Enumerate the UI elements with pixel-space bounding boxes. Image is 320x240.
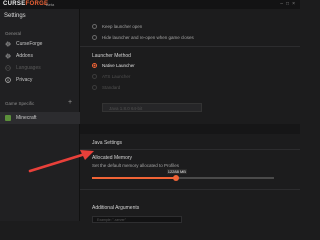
section-separator [80, 124, 300, 134]
info-icon [5, 77, 11, 83]
hide-launcher-label: Hide launcher and re-open when game clos… [102, 35, 194, 40]
settings-content: Keep launcher open Hide launcher and re-… [80, 9, 300, 223]
divider [80, 189, 300, 190]
keep-launcher-open-label: Keep launcher open [102, 24, 143, 29]
section-general: General [5, 31, 22, 36]
java-version-select[interactable]: Java 1.8.0 64-bit [102, 103, 202, 112]
sidebar-item-privacy[interactable]: Privacy [0, 74, 80, 86]
java-version-value: Java 1.8.0 64-bit [109, 106, 143, 111]
keep-launcher-open-radio[interactable] [92, 24, 97, 29]
add-game-icon[interactable]: + [68, 99, 72, 106]
sidebar-item-languages[interactable]: Languages [0, 62, 80, 74]
sidebar-item-minecraft[interactable]: Minecraft [0, 112, 80, 124]
divider [80, 149, 300, 150]
memory-slider-handle[interactable] [172, 175, 179, 181]
hide-launcher-radio[interactable] [92, 35, 97, 40]
sidebar-item-curseforge[interactable]: CurseForge [0, 38, 80, 50]
divider [80, 46, 300, 47]
sidebar-item-label: CurseForge [16, 41, 43, 47]
native-launcher-radio[interactable] [92, 63, 97, 68]
gear-icon [5, 41, 11, 47]
sidebar-item-label: Minecraft [16, 115, 37, 121]
additional-arguments-input[interactable]: Example: "-server" [92, 216, 182, 223]
sidebar-item-label: Addons [16, 53, 33, 59]
allocated-memory-heading: Allocated Memory [92, 155, 133, 161]
sidebar-item-addons[interactable]: Addons [0, 50, 80, 62]
additional-arguments-placeholder: Example: "-server" [97, 218, 126, 222]
window-controls[interactable]: –□× [280, 1, 298, 7]
ats-launcher-radio[interactable] [92, 74, 97, 79]
memory-slider-fill [92, 177, 176, 179]
app-logo: CURSEFORGE [3, 1, 48, 7]
section-game-specific: Game Specific [5, 101, 35, 106]
sidebar-item-label: Languages [16, 65, 41, 71]
allocated-memory-description: Set the default memory allocated to Prof… [92, 163, 180, 168]
settings-sidebar: Settings General CurseForge Addons Langu… [0, 9, 80, 221]
title-bar: CURSEFORGE Beta –□× [0, 0, 300, 9]
beta-badge: Beta [46, 2, 55, 7]
ats-launcher-label: ATS Launcher [102, 74, 131, 79]
memory-slider[interactable] [92, 175, 274, 181]
minecraft-icon [5, 115, 11, 121]
standard-radio[interactable] [92, 85, 97, 90]
globe-icon [5, 65, 11, 71]
logo-prefix: CURSE [3, 1, 26, 7]
close-icon[interactable]: × [292, 1, 298, 7]
launcher-method-heading: Launcher Method [92, 53, 131, 59]
settings-title: Settings [4, 13, 26, 19]
sidebar-item-label: Privacy [16, 77, 33, 83]
additional-arguments-heading: Additional Arguments [92, 205, 140, 211]
memory-value-tooltip: 12288 MB [166, 169, 187, 174]
native-launcher-label: Native Launcher [102, 63, 135, 68]
gear-icon [5, 53, 11, 59]
java-settings-heading: Java Settings [92, 140, 123, 146]
logo-suffix: FORGE [25, 1, 49, 7]
standard-label: Standard [102, 85, 121, 90]
